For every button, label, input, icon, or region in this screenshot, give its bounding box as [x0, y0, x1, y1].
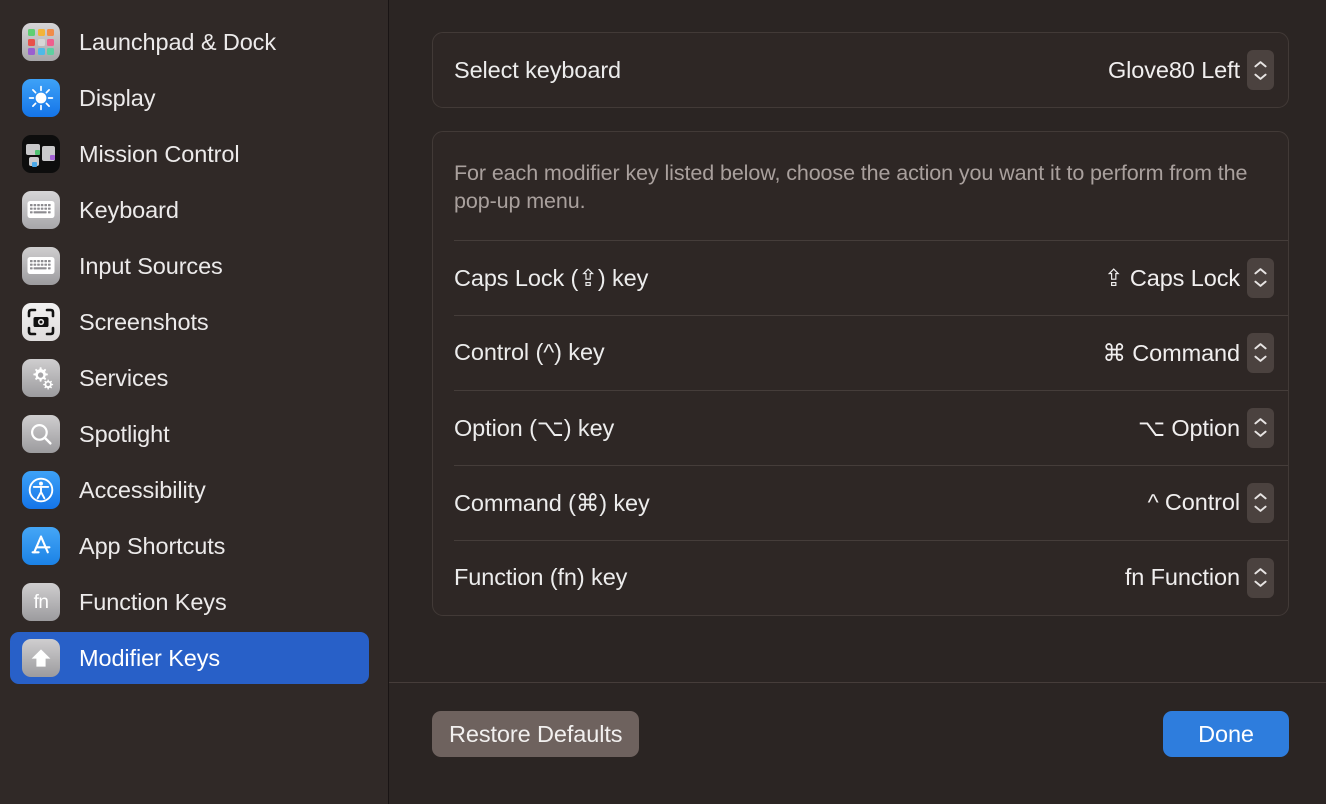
- modifier-row-label: Command (⌘) key: [454, 489, 650, 517]
- launchpad-icon: [22, 23, 60, 61]
- system-settings-window: Launchpad & Dock Display: [0, 0, 1326, 804]
- input-sources-icon: [22, 247, 60, 285]
- footer-bar: Restore Defaults Done: [389, 682, 1326, 804]
- sidebar-item-label: Screenshots: [79, 309, 209, 336]
- sidebar-item-label: Function Keys: [79, 589, 227, 616]
- stepper-up-down-icon[interactable]: [1247, 258, 1274, 298]
- app-shortcuts-icon: [22, 527, 60, 565]
- modifier-row-value: ^ Control: [1148, 489, 1240, 516]
- modifier-keys-icon: [22, 639, 60, 677]
- sidebar-item-mission-control[interactable]: Mission Control: [10, 128, 369, 180]
- accessibility-icon: [22, 471, 60, 509]
- sidebar-item-label: Mission Control: [79, 141, 239, 168]
- spotlight-icon: [22, 415, 60, 453]
- modifier-row-value: ⇪ Caps Lock: [1104, 264, 1240, 292]
- modifier-row-label: Option (⌥) key: [454, 414, 614, 442]
- modifier-row-caps-lock[interactable]: Caps Lock (⇪) key ⇪ Caps Lock: [433, 241, 1288, 315]
- select-keyboard-label: Select keyboard: [454, 57, 621, 84]
- sidebar-item-launchpad-and-dock[interactable]: Launchpad & Dock: [10, 16, 369, 68]
- mission-control-icon: [22, 135, 60, 173]
- stepper-up-down-icon[interactable]: [1247, 483, 1274, 523]
- sidebar-item-label: Launchpad & Dock: [79, 29, 276, 56]
- display-icon: [22, 79, 60, 117]
- sidebar-item-label: Modifier Keys: [79, 645, 220, 672]
- stepper-up-down-icon[interactable]: [1247, 408, 1274, 448]
- stepper-up-down-icon[interactable]: [1247, 558, 1274, 598]
- done-button[interactable]: Done: [1163, 711, 1289, 757]
- sidebar-item-input-sources[interactable]: Input Sources: [10, 240, 369, 292]
- keyboard-icon: [22, 191, 60, 229]
- sidebar-item-label: Services: [79, 365, 168, 392]
- fn-glyph: fn: [34, 593, 49, 612]
- restore-defaults-button[interactable]: Restore Defaults: [432, 711, 639, 757]
- services-icon: [22, 359, 60, 397]
- modifier-row-command[interactable]: Command (⌘) key ^ Control: [433, 466, 1288, 540]
- modifier-row-control[interactable]: Control (^) key ⌘ Command: [433, 316, 1288, 390]
- modifier-row-label: Function (fn) key: [454, 564, 627, 591]
- modifier-row-value: ⌘ Command: [1102, 339, 1240, 367]
- screenshots-icon: [22, 303, 60, 341]
- sidebar-item-label: Spotlight: [79, 421, 170, 448]
- sidebar-item-app-shortcuts[interactable]: App Shortcuts: [10, 520, 369, 572]
- modifier-row-value: ⌥ Option: [1138, 414, 1240, 442]
- sidebar-item-label: Accessibility: [79, 477, 206, 504]
- select-keyboard-card: Select keyboard Glove80 Left: [432, 32, 1289, 108]
- sidebar-item-spotlight[interactable]: Spotlight: [10, 408, 369, 460]
- modifier-row-option[interactable]: Option (⌥) key ⌥ Option: [433, 391, 1288, 465]
- sidebar-item-keyboard[interactable]: Keyboard: [10, 184, 369, 236]
- stepper-up-down-icon[interactable]: [1247, 333, 1274, 373]
- stepper-up-down-icon[interactable]: [1247, 50, 1274, 90]
- sidebar-item-label: Input Sources: [79, 253, 223, 280]
- settings-content: Select keyboard Glove80 Left For each mo…: [389, 0, 1326, 682]
- sidebar-item-display[interactable]: Display: [10, 72, 369, 124]
- sidebar-item-services[interactable]: Services: [10, 352, 369, 404]
- modifier-keys-description: For each modifier key listed below, choo…: [433, 132, 1288, 240]
- modifier-row-function[interactable]: Function (fn) key fn Function: [433, 541, 1288, 615]
- select-keyboard-value: Glove80 Left: [1108, 57, 1240, 84]
- sidebar: Launchpad & Dock Display: [0, 0, 389, 804]
- modifier-row-label: Caps Lock (⇪) key: [454, 264, 648, 292]
- sidebar-item-label: Keyboard: [79, 197, 179, 224]
- modifier-keys-card: For each modifier key listed below, choo…: [432, 131, 1289, 616]
- sidebar-item-accessibility[interactable]: Accessibility: [10, 464, 369, 516]
- sidebar-item-label: App Shortcuts: [79, 533, 225, 560]
- function-keys-icon: fn: [22, 583, 60, 621]
- sidebar-item-modifier-keys[interactable]: Modifier Keys: [10, 632, 369, 684]
- modifier-row-value: fn Function: [1125, 564, 1240, 591]
- sidebar-item-screenshots[interactable]: Screenshots: [10, 296, 369, 348]
- modifier-row-label: Control (^) key: [454, 339, 605, 366]
- main-panel: Select keyboard Glove80 Left For each mo…: [389, 0, 1326, 804]
- sidebar-item-function-keys[interactable]: fn Function Keys: [10, 576, 369, 628]
- sidebar-item-label: Display: [79, 85, 155, 112]
- select-keyboard-row[interactable]: Select keyboard Glove80 Left: [433, 33, 1288, 107]
